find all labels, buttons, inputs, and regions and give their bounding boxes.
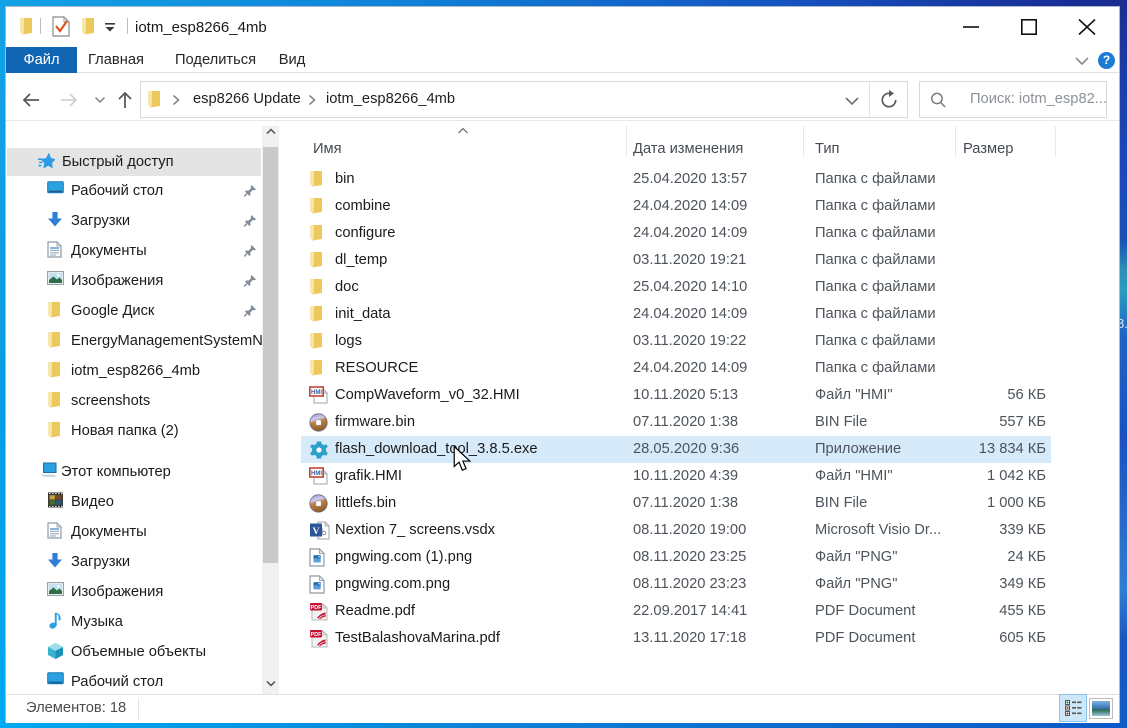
svg-text:PDF: PDF (311, 632, 323, 638)
svg-text:HMI: HMI (311, 471, 322, 477)
svg-text:V: V (313, 527, 320, 537)
svg-text:HMI: HMI (311, 390, 322, 396)
svg-text:PDF: PDF (311, 605, 323, 611)
